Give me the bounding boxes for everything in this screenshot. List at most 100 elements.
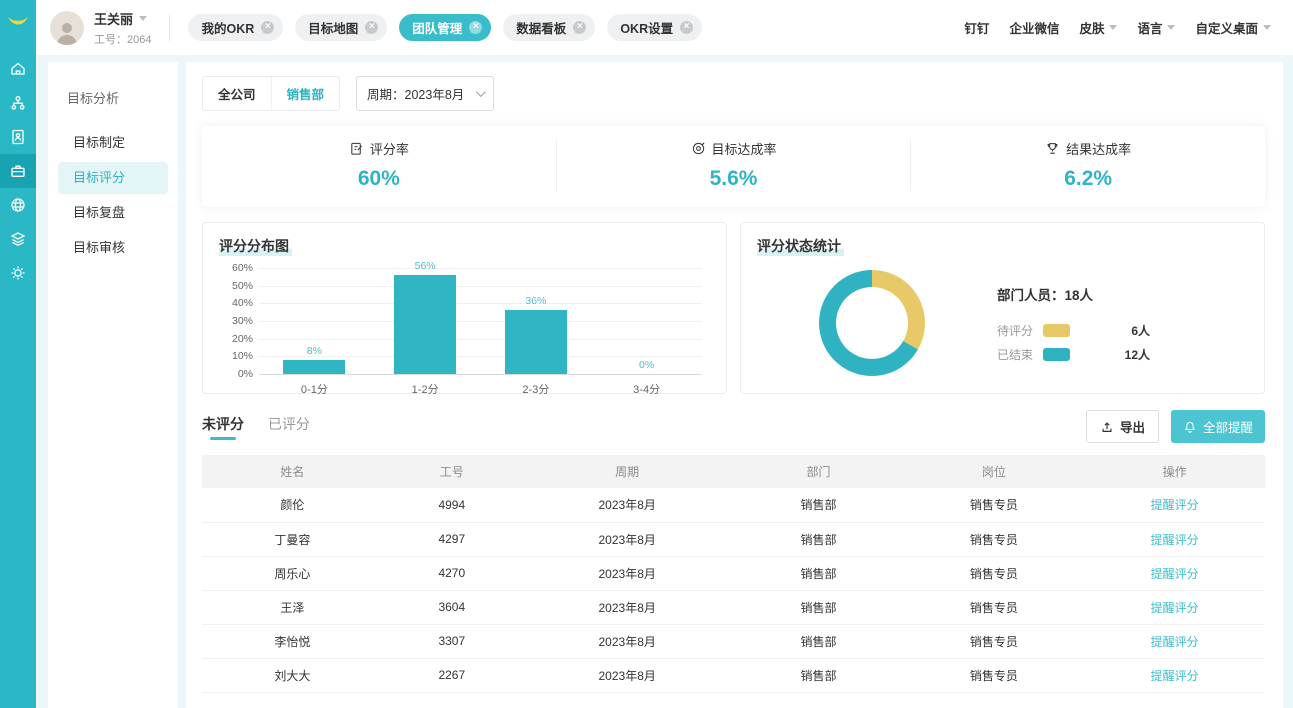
topbar-divider	[169, 15, 170, 41]
stats-card: 评分率60%目标达成率 5.6%结果达成率6.2%	[202, 126, 1265, 207]
gear-icon	[9, 264, 27, 282]
workspace-tab[interactable]: 目标地图×	[295, 14, 387, 41]
donut-ring	[819, 270, 925, 376]
table-cell-action: 提醒评分	[1084, 522, 1265, 556]
rail-item-globe[interactable]	[0, 188, 36, 222]
table-tab[interactable]: 未评分	[202, 414, 244, 440]
remind-score-link[interactable]: 提醒评分	[1151, 601, 1199, 615]
table-cell: 销售专员	[904, 658, 1085, 692]
close-icon[interactable]: ×	[261, 21, 274, 34]
avatar[interactable]	[50, 11, 84, 45]
close-icon[interactable]: ×	[680, 21, 693, 34]
workspace-tab[interactable]: 团队管理 ×	[399, 14, 491, 41]
table-cell: 3604	[383, 590, 521, 624]
stat-item: 评分率60%	[202, 139, 556, 191]
gridline	[259, 374, 702, 375]
workspace-tab[interactable]: 数据看板×	[503, 14, 595, 41]
table-cell: 颜伦	[202, 488, 383, 522]
scope-button[interactable]: 全公司	[203, 77, 271, 110]
close-icon[interactable]: ×	[365, 21, 378, 34]
org-chart-icon	[9, 94, 27, 112]
period-select[interactable]: 周期：2023年8月	[356, 76, 494, 111]
stat-label: 目标达成率	[557, 139, 911, 158]
remind-score-link[interactable]: 提醒评分	[1151, 567, 1199, 581]
table-cell-action: 提醒评分	[1084, 658, 1265, 692]
table-cell-action: 提醒评分	[1084, 488, 1265, 522]
workspace-tab[interactable]: OKR设置 ×	[607, 14, 702, 41]
table-cell: 2023年8月	[521, 624, 734, 658]
table-tabs: 未评分已评分	[202, 414, 334, 440]
rail-item-settings[interactable]	[0, 256, 36, 290]
x-axis-tick: 0-1分	[259, 381, 370, 397]
export-icon	[1100, 420, 1114, 434]
table-row: 刘大大22672023年8月销售部销售专员提醒评分	[202, 658, 1265, 692]
close-icon[interactable]: ×	[573, 21, 586, 34]
sidebar-item[interactable]: 目标评分	[58, 162, 168, 194]
sidebar-item[interactable]: 目标制定	[58, 127, 168, 159]
sidebar-item[interactable]: 目标审核	[58, 232, 168, 264]
topbar-menu-item[interactable]: 企业微信	[1009, 18, 1059, 37]
table-cell: 销售部	[733, 658, 903, 692]
user-meta: 王关丽 工号：2064	[94, 9, 151, 47]
column-header: 岗位	[904, 455, 1085, 488]
sidebar-section-title: 目标分析	[58, 88, 168, 107]
topbar-menu-item[interactable]: 钉钉	[964, 18, 989, 37]
legend-value: 12人	[1114, 346, 1150, 363]
bar-slot: 0%	[591, 268, 702, 374]
table-cell: 销售专员	[904, 522, 1085, 556]
remind-score-link[interactable]: 提醒评分	[1151, 498, 1199, 512]
y-axis-tick: 10%	[221, 350, 253, 362]
remind-score-link[interactable]: 提醒评分	[1151, 669, 1199, 683]
topbar: 王关丽 工号：2064 我的OKR×目标地图×团队管理×数据看板×OKR设置× …	[36, 0, 1293, 55]
topbar-menu-item[interactable]: 皮肤	[1079, 18, 1117, 37]
export-button[interactable]: 导出	[1086, 410, 1159, 443]
bar-slot: 36%	[481, 268, 592, 374]
table-cell: 销售部	[733, 522, 903, 556]
remind-score-link[interactable]: 提醒评分	[1151, 635, 1199, 649]
workspace-tab-label: 团队管理	[412, 18, 462, 37]
donut-chart: 部门人员：18人 待评分6人已结束12人	[757, 270, 1248, 376]
table-cell: 销售部	[733, 556, 903, 590]
legend-item: 待评分6人	[997, 322, 1150, 339]
stat-item: 结果达成率6.2%	[910, 139, 1265, 191]
stat-value: 6.2%	[911, 167, 1265, 191]
stat-value: 5.6%	[557, 167, 911, 191]
rail-item-okr-active[interactable]	[0, 154, 36, 188]
x-axis-tick: 3-4分	[591, 381, 702, 397]
close-icon[interactable]: ×	[469, 21, 482, 34]
user-name[interactable]: 王关丽	[94, 9, 151, 28]
topbar-menu-item[interactable]: 自定义桌面	[1195, 18, 1271, 37]
workspace-tab[interactable]: 我的OKR×	[188, 14, 283, 41]
workspace-tab-label: OKR设置	[620, 18, 673, 37]
topbar-menu-label: 皮肤	[1079, 18, 1104, 37]
table-cell-action: 提醒评分	[1084, 556, 1265, 590]
column-header: 部门	[733, 455, 903, 488]
topbar-menu-item[interactable]: 语言	[1137, 18, 1175, 37]
table-cell: 2267	[383, 658, 521, 692]
workspace-tabs: 我的OKR×目标地图×团队管理×数据看板×OKR设置×	[188, 14, 702, 41]
table-cell: 销售部	[733, 488, 903, 522]
table-cell: 李怡悦	[202, 624, 383, 658]
rail-item-home[interactable]	[0, 52, 36, 86]
chevron-down-icon	[1167, 25, 1175, 30]
scope-button[interactable]: 销售部	[271, 77, 340, 110]
bar-value-label: 8%	[259, 345, 370, 357]
rail-item-member-doc[interactable]	[0, 120, 36, 154]
rail-item-org[interactable]	[0, 86, 36, 120]
sidebar-item[interactable]: 目标复盘	[58, 197, 168, 229]
table-cell: 2023年8月	[521, 488, 734, 522]
rail-item-layers[interactable]	[0, 222, 36, 256]
bar-value-label: 36%	[481, 295, 592, 307]
remind-score-link[interactable]: 提醒评分	[1151, 533, 1199, 547]
table-tab[interactable]: 已评分	[268, 414, 310, 440]
y-axis-tick: 60%	[221, 262, 253, 274]
table-cell: 王泽	[202, 590, 383, 624]
app-window: 王关丽 工号：2064 我的OKR×目标地图×团队管理×数据看板×OKR设置× …	[0, 0, 1293, 708]
legend-name: 已结束	[997, 346, 1043, 363]
filter-row: 全公司销售部 周期：2023年8月	[202, 76, 1265, 111]
remind-all-button[interactable]: 全部提醒	[1171, 410, 1265, 443]
app-logo[interactable]	[0, 0, 36, 42]
bar-slot: 8%	[259, 268, 370, 374]
pending-score-table: 姓名工号周期部门岗位操作 颜伦49942023年8月销售部销售专员提醒评分丁曼容…	[202, 455, 1265, 693]
score-distribution-card: 评分分布图 0%10%20%30%40%50%60%8%56%36%0% 0-1…	[202, 222, 727, 394]
